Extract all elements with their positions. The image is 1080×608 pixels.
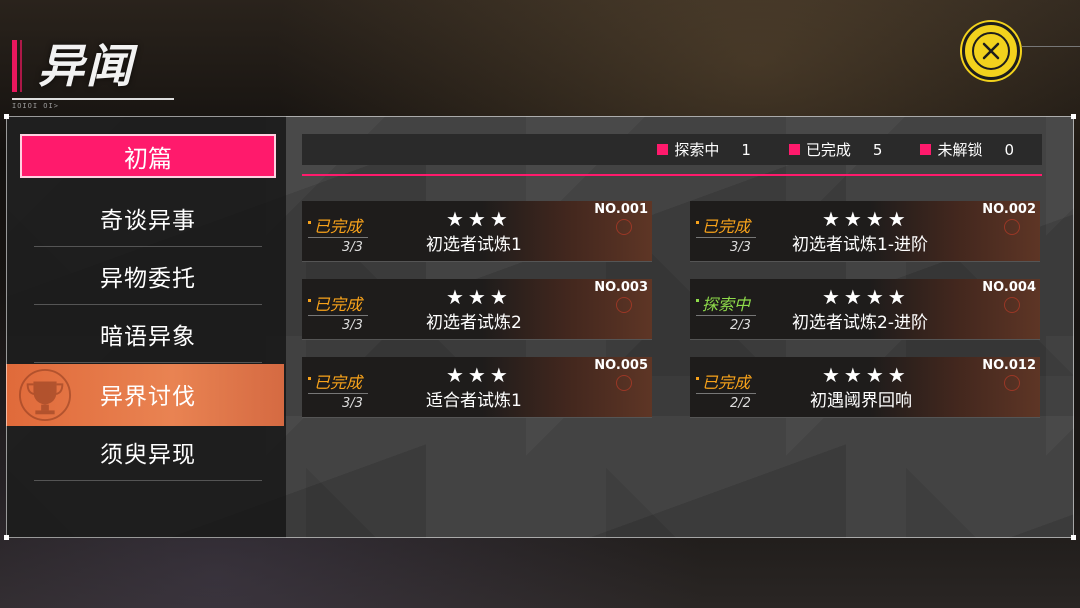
card-status: 已完成 — [695, 369, 750, 393]
card-stars: ★★★ — [446, 207, 512, 231]
stat-completed: 已完成 5 — [788, 139, 883, 160]
card-status: 已完成 — [307, 291, 362, 315]
card-progress: 3/3 — [342, 240, 363, 255]
nav-divider — [34, 362, 262, 363]
card-stars: ★★★ — [446, 363, 512, 387]
card-status: 已完成 — [307, 369, 362, 393]
nav-item-otherworld-subjugation[interactable]: 异界讨伐 — [34, 366, 262, 422]
card-status-divider — [308, 393, 368, 394]
exploring-marker-icon — [657, 144, 669, 155]
card-status: 探索中 — [695, 291, 750, 315]
title-subtext: IOIOI OI> — [12, 102, 59, 110]
card-number: NO.002 — [982, 202, 1036, 217]
card-progress: 2/2 — [730, 396, 751, 411]
card-progress: 3/3 — [730, 240, 751, 255]
card-title: 初选者试炼2-进阶 — [792, 313, 928, 333]
stat-completed-count: 5 — [872, 140, 883, 159]
card-status: 已完成 — [695, 213, 750, 237]
title-accent-bar — [12, 40, 17, 92]
card-status: 已完成 — [307, 213, 362, 237]
card-stars: ★★★★ — [822, 285, 910, 309]
nav-divider — [34, 304, 262, 305]
quest-card-002[interactable]: 已完成 3/3 ★★★★ 初选者试炼1-进阶 NO.002 — [690, 201, 1040, 262]
card-stars: ★★★★ — [822, 363, 910, 387]
nav-item-strange-tales[interactable]: 奇谈异事 — [34, 190, 262, 246]
card-stars: ★★★★ — [822, 207, 910, 231]
close-decoration-line — [1022, 46, 1080, 47]
stat-exploring-count: 1 — [741, 140, 751, 159]
card-status-divider — [696, 237, 756, 238]
stat-locked-label: 未解锁 — [937, 141, 983, 159]
page-title: 异闻 — [38, 39, 134, 93]
nav-item-fleeting-appearance[interactable]: 须臾异现 — [34, 424, 262, 480]
quest-card-004[interactable]: 探索中 2/3 ★★★★ 初选者试炼2-进阶 NO.004 — [690, 279, 1040, 340]
card-title: 适合者试炼1 — [426, 391, 522, 411]
card-status-divider — [696, 315, 756, 316]
stat-locked: 未解锁 0 — [920, 139, 1014, 160]
close-button[interactable] — [962, 22, 1020, 80]
card-number: NO.005 — [594, 358, 648, 373]
panel-corner-marker — [1071, 535, 1076, 540]
stat-exploring: 探索中 1 — [657, 139, 751, 160]
card-title: 初选者试炼2 — [426, 313, 522, 333]
card-progress: 2/3 — [730, 318, 751, 333]
stat-locked-count: 0 — [1004, 140, 1014, 159]
status-summary-bar: 探索中 1 已完成 5 未解锁 0 — [302, 134, 1042, 165]
panel-corner-marker — [1071, 114, 1076, 119]
panel-corner-marker — [4, 535, 9, 540]
chapter-tab[interactable]: 初篇 — [20, 134, 276, 178]
card-progress: 3/3 — [342, 396, 363, 411]
status-divider-line — [302, 174, 1042, 176]
stat-exploring-label: 探索中 — [674, 141, 720, 159]
sidebar: 初篇 奇谈异事 异物委托 暗语异象 异界讨伐 须臾异现 — [6, 116, 286, 538]
card-number: NO.012 — [982, 358, 1036, 373]
card-status-divider — [696, 393, 756, 394]
nav-item-object-commission[interactable]: 异物委托 — [34, 248, 262, 304]
stat-completed-label: 已完成 — [805, 141, 851, 159]
quest-card-005[interactable]: 已完成 3/3 ★★★ 适合者试炼1 NO.005 — [302, 357, 652, 418]
card-number: NO.004 — [982, 280, 1036, 295]
title-underline — [12, 98, 174, 100]
card-title: 初遇阈界回响 — [810, 391, 912, 411]
card-status-divider — [308, 237, 368, 238]
quest-card-003[interactable]: 已完成 3/3 ★★★ 初选者试炼2 NO.003 — [302, 279, 652, 340]
card-number: NO.003 — [594, 280, 648, 295]
card-title: 初选者试炼1 — [426, 235, 522, 255]
card-number: NO.001 — [594, 202, 648, 217]
card-status-divider — [308, 315, 368, 316]
card-progress: 3/3 — [342, 318, 363, 333]
main-panel: 初篇 奇谈异事 异物委托 暗语异象 异界讨伐 须臾异现 探索中 1 已完成 5 — [4, 114, 1076, 540]
quest-card-012[interactable]: 已完成 2/2 ★★★★ 初遇阈界回响 NO.012 — [690, 357, 1040, 418]
close-x-icon — [972, 32, 1010, 70]
nav-divider — [34, 246, 262, 247]
quest-card-001[interactable]: 已完成 3/3 ★★★ 初选者试炼1 NO.001 — [302, 201, 652, 262]
panel-corner-marker — [4, 114, 9, 119]
nav-item-whisper-phenomena[interactable]: 暗语异象 — [34, 306, 262, 362]
card-title: 初选者试炼1-进阶 — [792, 235, 928, 255]
title-accent-bar-thin — [20, 40, 22, 92]
completed-marker-icon — [788, 144, 800, 155]
nav-divider — [34, 480, 262, 481]
locked-marker-icon — [920, 144, 932, 155]
card-stars: ★★★ — [446, 285, 512, 309]
